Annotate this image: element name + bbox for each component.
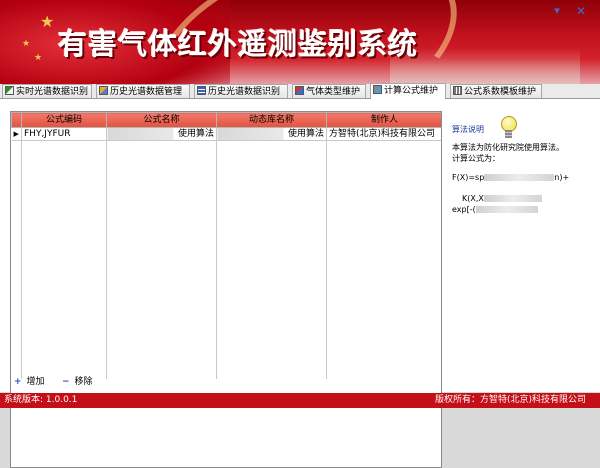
tab-label: 计算公式维护 bbox=[384, 86, 439, 96]
algorithm-description: 算法说明 本算法为防化研究院使用算法。 计算公式为： F(X)=sp n)+ K(… bbox=[452, 124, 592, 215]
tab-history-manage[interactable]: 历史光谱数据管理 bbox=[96, 84, 190, 98]
column-header-code[interactable]: 公式编码 bbox=[21, 112, 107, 128]
column-header-library[interactable]: 动态库名称 bbox=[216, 112, 327, 128]
row-indicator-icon: ▶ bbox=[11, 127, 22, 141]
tab-label: 实时光谱数据识别 bbox=[16, 87, 89, 97]
cell-code[interactable]: FHY,JYFUR bbox=[21, 127, 107, 141]
realtime-spectrum-icon bbox=[5, 86, 14, 95]
history-manage-icon bbox=[99, 86, 108, 95]
formula-line-2: K(X,X bbox=[452, 193, 592, 204]
tab-bar: 实时光谱数据识别 历史光谱数据管理 历史光谱数据识别 气体类型维护 计算公式维护… bbox=[0, 83, 600, 99]
bulb-base bbox=[505, 130, 512, 138]
status-bar: 系统版本: 1.0.0.1 版权所有：方智特(北京)科技有限公司 bbox=[0, 393, 600, 408]
add-button[interactable]: + 增加 bbox=[14, 376, 45, 388]
close-button[interactable]: ✕ bbox=[574, 5, 588, 17]
cell-author[interactable]: 方智特(北京)科技有限公司 bbox=[326, 127, 441, 141]
plus-icon: + bbox=[14, 377, 22, 387]
formula-text: exp[-( bbox=[452, 205, 476, 214]
cell-name[interactable]: 使用算法 bbox=[106, 127, 217, 141]
lightbulb-icon bbox=[498, 116, 518, 142]
grid-header: 公式编码 公式名称 动态库名称 制作人 bbox=[11, 112, 441, 128]
cell-library[interactable]: 使用算法 bbox=[216, 127, 327, 141]
remove-label: 移除 bbox=[74, 377, 93, 387]
column-header-author[interactable]: 制作人 bbox=[326, 112, 441, 128]
title-banner: ★ ★ ★ 有害气体红外遥测鉴别系统 ▾ ✕ bbox=[0, 0, 600, 84]
formula-text: K(X,X bbox=[462, 194, 484, 203]
redacted-area bbox=[475, 206, 538, 213]
formula-line-1: F(X)=sp n)+ bbox=[452, 172, 592, 183]
redacted-area bbox=[484, 174, 555, 181]
redacted-area bbox=[483, 195, 542, 202]
gas-type-icon bbox=[295, 86, 304, 95]
tab-coefficient-template[interactable]: 公式系数模板维护 bbox=[450, 84, 542, 98]
copyright-text: 版权所有：方智特(北京)科技有限公司 bbox=[434, 395, 586, 405]
tab-history-identify[interactable]: 历史光谱数据识别 bbox=[194, 84, 288, 98]
tab-label: 公式系数模板维护 bbox=[464, 87, 537, 97]
formula-intro: 计算公式为： bbox=[452, 154, 500, 163]
minimize-button[interactable]: ▾ bbox=[550, 5, 564, 17]
remove-button[interactable]: − 移除 bbox=[62, 376, 93, 388]
table-row[interactable]: ▶ FHY,JYFUR 使用算法 使用算法 方智特(北京)科技有限公司 bbox=[11, 127, 441, 141]
history-identify-icon bbox=[197, 86, 206, 95]
tab-label: 历史光谱数据识别 bbox=[208, 87, 281, 97]
row-indicator-header bbox=[11, 112, 22, 128]
flag-star-icon: ★ bbox=[34, 53, 43, 63]
column-header-name[interactable]: 公式名称 bbox=[106, 112, 217, 128]
app-title: 有害气体红外遥测鉴别系统 bbox=[58, 27, 419, 61]
flag-star-icon: ★ bbox=[22, 39, 31, 49]
minus-icon: − bbox=[62, 377, 70, 387]
building-silhouette bbox=[390, 48, 580, 84]
algorithm-label: 算法说明 bbox=[452, 125, 484, 134]
tab-gas-type[interactable]: 气体类型维护 bbox=[292, 84, 366, 98]
tab-formula[interactable]: 计算公式维护 bbox=[370, 83, 446, 99]
tab-realtime-spectrum[interactable]: 实时光谱数据识别 bbox=[2, 84, 92, 98]
add-label: 增加 bbox=[26, 377, 45, 387]
coefficient-template-icon bbox=[453, 86, 462, 95]
formula-text: F(X)=sp bbox=[452, 173, 485, 182]
formula-icon bbox=[373, 85, 382, 94]
formula-grid[interactable]: 公式编码 公式名称 动态库名称 制作人 ▶ FHY,JYFUR 使用算法 使用算… bbox=[10, 111, 442, 468]
formula-text: n)+ bbox=[554, 173, 570, 182]
tab-label: 气体类型维护 bbox=[306, 87, 361, 97]
version-text: 系统版本: 1.0.0.1 bbox=[4, 395, 78, 405]
flag-star-icon: ★ bbox=[40, 12, 55, 31]
tab-label: 历史光谱数据管理 bbox=[110, 87, 183, 97]
formula-line-3: exp[-( bbox=[452, 204, 592, 215]
algorithm-text: 本算法为防化研究院使用算法。 bbox=[452, 143, 564, 152]
grid-empty-area bbox=[11, 140, 441, 379]
